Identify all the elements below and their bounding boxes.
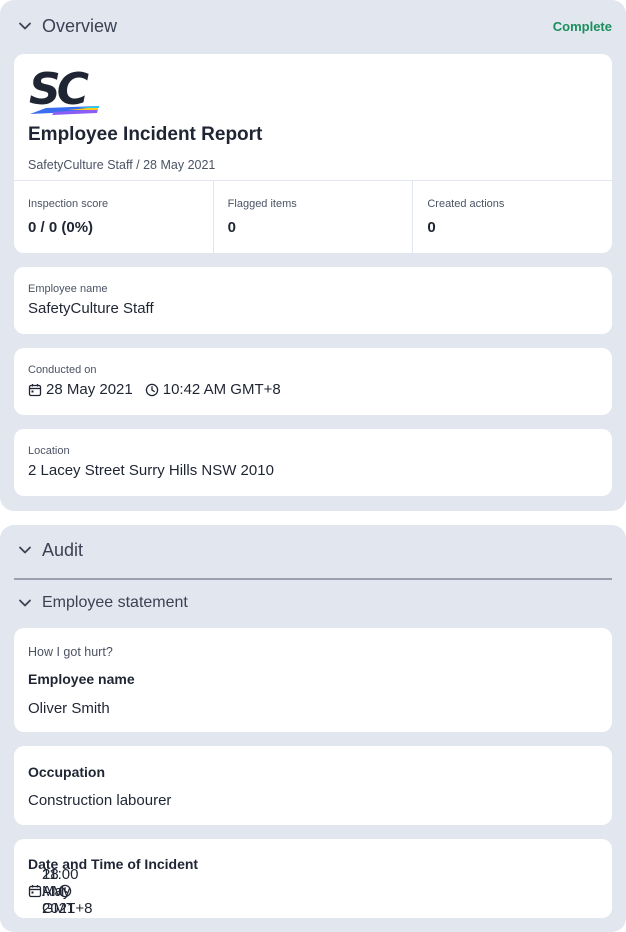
calendar-icon: [28, 383, 42, 397]
question-label: Occupation: [28, 764, 106, 780]
overview-title: Overview: [42, 15, 118, 36]
report-subtitle: SafetyCulture Staff / 28 May 2021: [28, 158, 216, 172]
question-text: How I got hurt?: [28, 645, 113, 659]
stats-row: Inspection score 0 / 0 (0%) Flagged item…: [14, 180, 612, 253]
report-title: Employee Incident Report: [28, 124, 263, 145]
chevron-down-icon[interactable]: [14, 15, 36, 37]
field-value: SafetyCulture Staff: [28, 300, 154, 317]
question-answer: Construction labourer: [28, 792, 172, 809]
stat-value: 0: [427, 219, 436, 236]
conducted-on-card: Conducted on 28 May 2021 10:42 AM GMT+8: [14, 348, 612, 415]
audit-section: Audit Employee statement How I got hurt?…: [0, 525, 626, 932]
field-label: Conducted on: [28, 364, 97, 376]
employee-name-question-card: How I got hurt? Employee name Oliver Smi…: [14, 628, 612, 732]
report-summary-card: SC Employee Incident Report SafetyCultur…: [14, 54, 612, 253]
question-label: Employee name: [28, 671, 135, 687]
question-answer: Oliver Smith: [28, 700, 110, 717]
stat-inspection-score: Inspection score 0 / 0 (0%): [14, 181, 214, 253]
stat-value: 0 / 0 (0%): [28, 219, 94, 236]
clock-icon: [145, 383, 159, 397]
field-label: Employee name: [28, 283, 108, 295]
location-card: Location 2 Lacey Street Surry Hills NSW …: [14, 429, 612, 496]
audit-title: Audit: [42, 539, 84, 560]
stat-flagged-items: Flagged items 0: [214, 181, 414, 253]
occupation-card: Occupation Construction labourer: [14, 746, 612, 825]
calendar-icon: [28, 884, 42, 898]
overview-section: Overview Complete SC Employee Incident R…: [0, 0, 626, 511]
chevron-down-icon[interactable]: [14, 539, 36, 561]
overview-header[interactable]: Overview Complete: [14, 14, 612, 38]
conducted-date: 28 May 2021: [46, 381, 133, 398]
field-value: 2 Lacey Street Surry Hills NSW 2010: [28, 462, 274, 479]
stat-label: Flagged items: [227, 198, 297, 210]
stat-label: Created actions: [427, 198, 505, 210]
incident-time: 11:00 AM GMT+8: [42, 865, 93, 917]
incident-datetime-card: Date and Time of Incident 28 May 2021 11…: [14, 839, 612, 918]
conducted-time: 10:42 AM GMT+8: [162, 381, 281, 398]
stat-label: Inspection score: [28, 198, 109, 210]
employee-statement-header[interactable]: Employee statement: [14, 591, 612, 615]
divider: [14, 578, 612, 580]
status-badge: Complete: [552, 18, 612, 34]
stat-value: 0: [227, 219, 237, 236]
audit-header[interactable]: Audit: [14, 538, 612, 562]
field-label: Location: [28, 445, 70, 457]
stat-created-actions: Created actions 0: [413, 181, 612, 253]
chevron-down-icon[interactable]: [14, 592, 36, 614]
safetyculture-logo: SC: [28, 64, 104, 118]
employee-statement-title: Employee statement: [42, 594, 188, 611]
employee-name-card: Employee name SafetyCulture Staff: [14, 267, 612, 334]
